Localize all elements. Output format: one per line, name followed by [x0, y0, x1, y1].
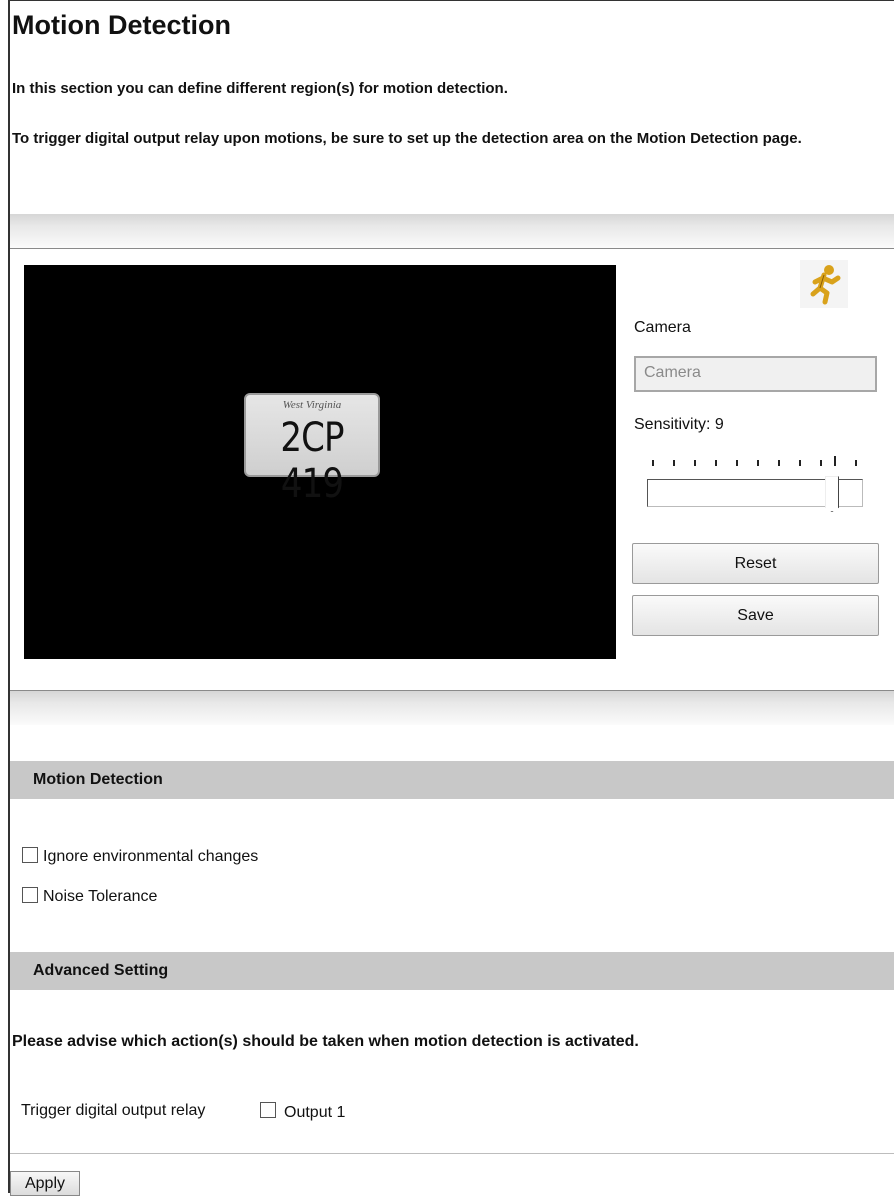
- motion-detection-heading: Motion Detection: [10, 761, 894, 799]
- apply-button[interactable]: Apply: [10, 1171, 80, 1196]
- advanced-setting-heading: Advanced Setting: [10, 952, 894, 990]
- sensitivity-label: Sensitivity: 9: [634, 416, 724, 433]
- output-1-checkbox[interactable]: [260, 1102, 276, 1118]
- ignore-env-label: Ignore environmental changes: [43, 848, 259, 865]
- toolbar-bottom-bar: [10, 690, 894, 725]
- video-preview[interactable]: West Virginia 2CP 419: [24, 265, 616, 659]
- camera-label: Camera: [634, 319, 691, 336]
- license-plate-image: West Virginia 2CP 419: [244, 393, 380, 507]
- footer-divider: [10, 1153, 894, 1154]
- plate-number-text: 2CP 419: [280, 415, 344, 507]
- ignore-env-checkbox[interactable]: [22, 847, 38, 863]
- noise-tolerance-checkbox[interactable]: [22, 887, 38, 903]
- trigger-relay-label: Trigger digital output relay: [21, 1102, 206, 1119]
- toolbar-top-bar: [10, 214, 894, 249]
- plate-state-text: West Virginia: [282, 399, 342, 411]
- sensitivity-ticks: [652, 456, 862, 472]
- output-1-label: Output 1: [284, 1104, 346, 1121]
- reset-button[interactable]: Reset: [632, 543, 879, 584]
- noise-tolerance-label: Noise Tolerance: [43, 888, 158, 905]
- running-man-icon[interactable]: [800, 260, 848, 308]
- intro-text: In this section you can define different…: [12, 80, 508, 97]
- note-text: To trigger digital output relay upon mot…: [12, 130, 802, 147]
- advise-text: Please advise which action(s) should be …: [12, 1033, 639, 1050]
- save-button[interactable]: Save: [632, 595, 879, 636]
- sensitivity-slider-thumb[interactable]: [825, 476, 839, 512]
- camera-select[interactable]: Camera: [634, 356, 877, 392]
- page-title: Motion Detection: [12, 10, 231, 40]
